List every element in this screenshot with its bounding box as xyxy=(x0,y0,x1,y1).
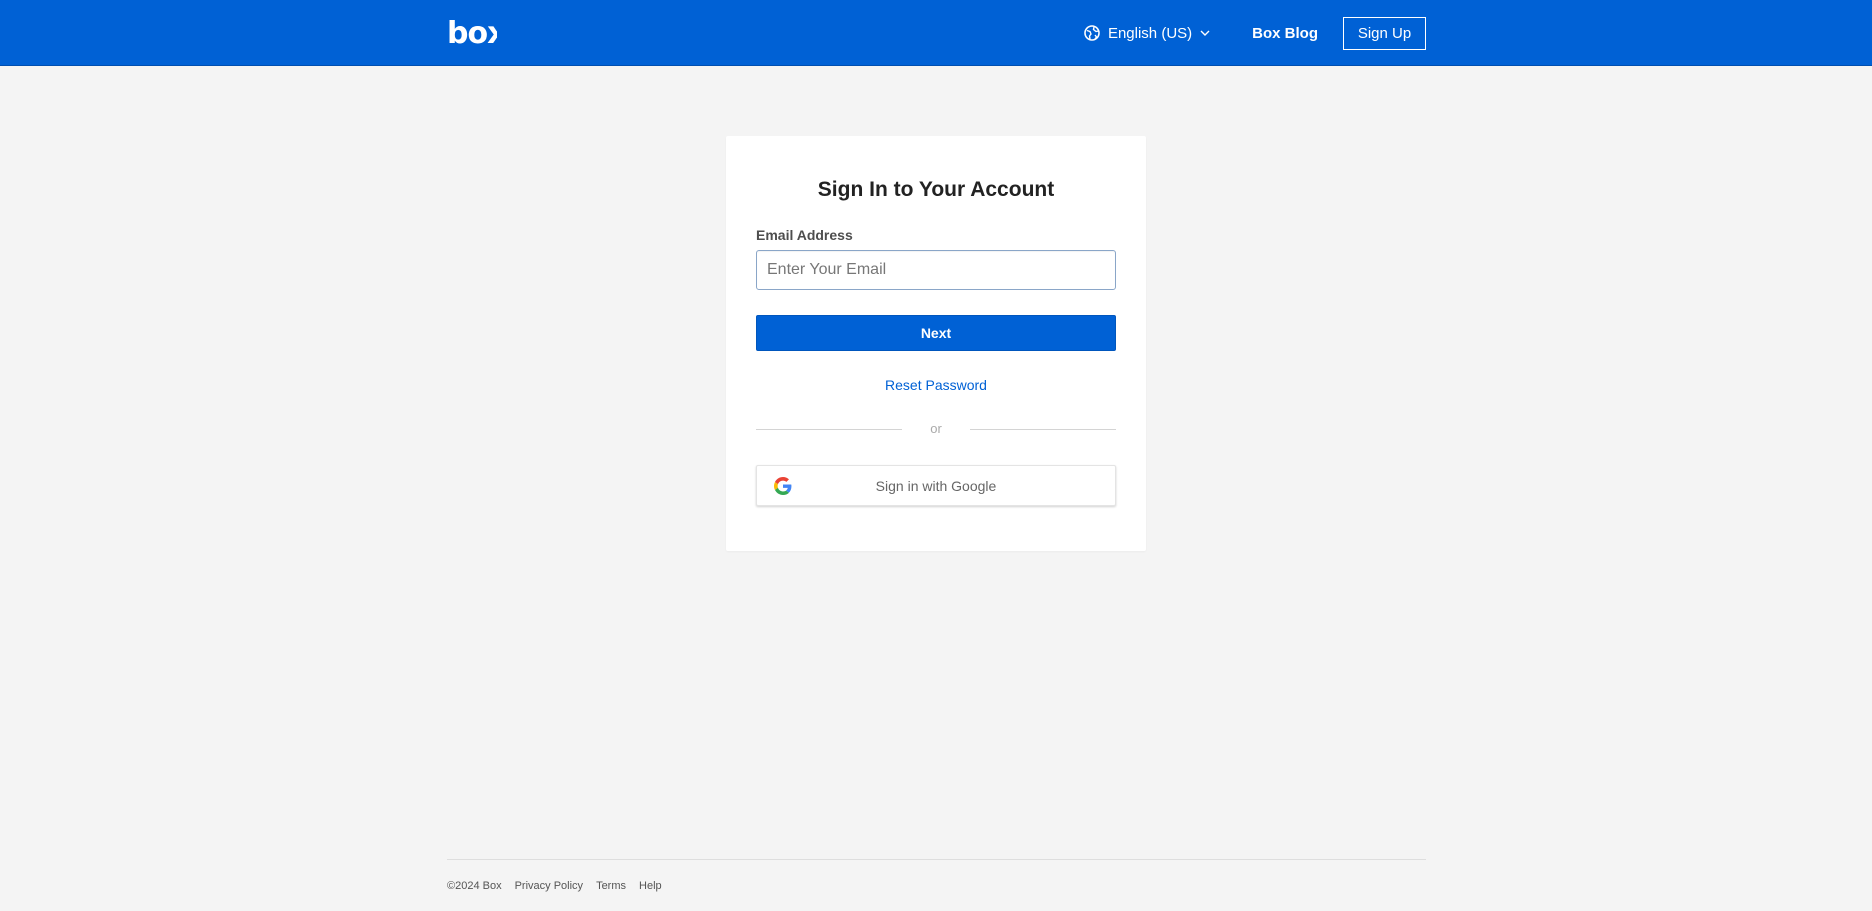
email-label: Email Address xyxy=(756,227,853,243)
divider-line-right xyxy=(970,429,1116,430)
chevron-down-icon xyxy=(1200,30,1210,36)
header-inner: box English (US) Box Blog Sign Up xyxy=(447,0,1426,66)
box-logo[interactable]: box xyxy=(447,19,497,47)
language-label: English (US) xyxy=(1107,24,1193,42)
logo-text: box xyxy=(447,19,497,47)
help-link[interactable]: Help xyxy=(639,880,662,892)
google-icon xyxy=(774,476,792,495)
google-sign-in-label: Sign in with Google xyxy=(875,477,997,494)
footer-links: ©2024 Box Privacy Policy Terms Help xyxy=(447,880,675,892)
page-title: Sign In to Your Account xyxy=(817,178,1055,201)
sign-in-card: Sign In to Your Account Email Address Ne… xyxy=(726,136,1146,551)
box-blog-link[interactable]: Box Blog xyxy=(1252,25,1318,42)
email-field[interactable] xyxy=(756,250,1116,290)
language-selector[interactable]: English (US) xyxy=(1084,25,1210,42)
next-button[interactable]: Next xyxy=(756,315,1116,351)
or-divider: or xyxy=(756,422,1116,436)
box-logo-icon: box xyxy=(447,19,497,47)
privacy-policy-link[interactable]: Privacy Policy xyxy=(515,880,583,892)
copyright-text: ©2024 Box xyxy=(447,880,502,892)
top-header: box English (US) Box Blog Sign Up xyxy=(0,0,1872,66)
sign-up-button[interactable]: Sign Up xyxy=(1343,16,1426,50)
terms-link[interactable]: Terms xyxy=(596,880,626,892)
google-sign-in-button[interactable]: Sign in with Google xyxy=(756,465,1116,506)
reset-password-link[interactable]: Reset Password xyxy=(726,377,1146,393)
footer-divider xyxy=(447,859,1426,860)
globe-icon xyxy=(1084,25,1100,41)
